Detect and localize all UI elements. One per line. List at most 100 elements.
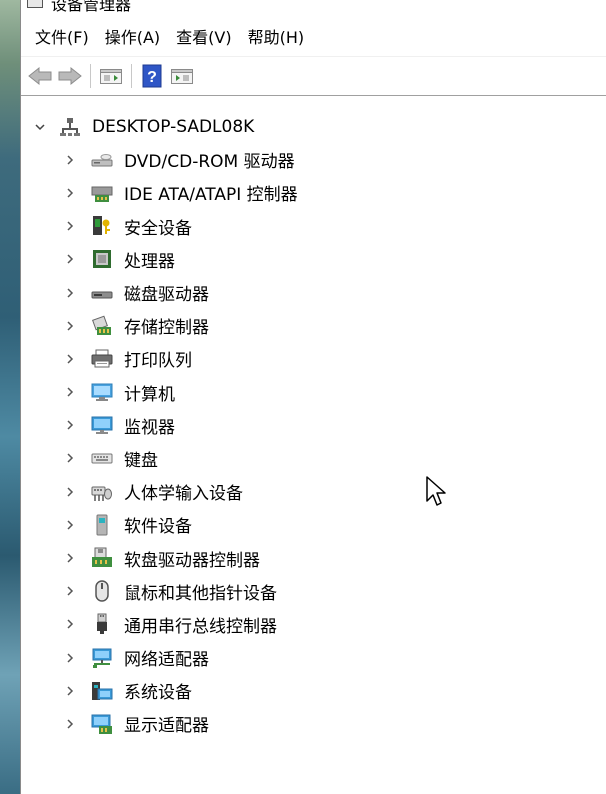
menu-bar: 文件(F) 操作(A) 查看(V) 帮助(H) [21,20,606,56]
toolbar-separator [90,64,91,88]
chevron-right-icon[interactable] [63,153,77,167]
back-icon [28,66,52,86]
help-button[interactable]: ? [137,61,167,91]
tree-node-ide-controller[interactable]: IDE ATA/ATAPI 控制器 [21,176,606,209]
chevron-down-icon[interactable] [33,120,47,134]
chevron-right-icon[interactable] [63,518,77,532]
tree-node-network-adapter[interactable]: 网络适配器 [21,641,606,674]
device-tree: DESKTOP-SADL08K DVD/CD-ROM 驱动器 IDE ATA/AT… [21,110,606,741]
chevron-right-icon[interactable] [63,551,77,565]
window-title: 设备管理器 [51,0,132,14]
processor-icon [91,248,113,270]
run-button[interactable] [167,61,197,91]
menu-view[interactable]: 查看(V) [168,20,239,56]
tree-node-display-adapter[interactable]: 显示适配器 [21,707,606,740]
tree-node-label: 处理器 [124,251,175,272]
tree-node-hid[interactable]: 人体学输入设备 [21,475,606,508]
chevron-right-icon[interactable] [63,385,77,399]
menu-help[interactable]: 帮助(H) [240,20,313,56]
help-icon: ? [142,64,162,88]
chevron-right-icon[interactable] [63,617,77,631]
tree-node-mouse[interactable]: 鼠标和其他指针设备 [21,575,606,608]
floppy-controller-icon [91,547,113,569]
tree-node-label: 计算机 [124,384,175,405]
forward-button[interactable] [55,61,85,91]
tree-node-disk-drive[interactable]: 磁盘驱动器 [21,276,606,309]
tree-node-system-device[interactable]: 系统设备 [21,674,606,707]
chevron-right-icon[interactable] [63,186,77,200]
disk-drive-icon [91,282,113,304]
tree-node-label: DVD/CD-ROM 驱动器 [124,152,295,173]
toolbar-separator [131,64,132,88]
tree-node-label: 键盘 [124,450,158,471]
properties-icon [100,69,122,84]
tree-node-label: 磁盘驱动器 [124,285,209,306]
hid-icon [91,481,113,503]
menu-action[interactable]: 操作(A) [97,20,168,56]
tree-node-label: 通用串行总线控制器 [124,616,277,637]
tree-node-computer[interactable]: 计算机 [21,376,606,409]
tree-node-label: 显示适配器 [124,716,209,737]
properties-button[interactable] [96,61,126,91]
tree-node-monitor[interactable]: 监视器 [21,409,606,442]
tree-node-printer[interactable]: 打印队列 [21,342,606,375]
tree-node-keyboard[interactable]: 键盘 [21,442,606,475]
tree-node-dvd-drive[interactable]: DVD/CD-ROM 驱动器 [21,143,606,176]
tree-node-label: 安全设备 [124,218,192,239]
svg-text:?: ? [147,69,157,86]
tree-node-security-device[interactable]: 安全设备 [21,210,606,243]
chevron-right-icon[interactable] [63,352,77,366]
computer-network-icon [59,116,81,138]
mouse-pointer-icon [426,476,446,506]
chevron-right-icon[interactable] [63,418,77,432]
chevron-right-icon[interactable] [63,252,77,266]
chevron-right-icon[interactable] [63,584,77,598]
chevron-right-icon[interactable] [63,717,77,731]
keyboard-icon [91,447,113,469]
computer-name: DESKTOP-SADL08K [92,116,255,137]
toolbar: ? [21,56,606,96]
chevron-right-icon[interactable] [63,219,77,233]
monitor-icon [91,414,113,436]
tree-node-processor[interactable]: 处理器 [21,243,606,276]
device-manager-icon [27,0,43,8]
tree-node-label: 鼠标和其他指针设备 [124,583,277,604]
menu-file[interactable]: 文件(F) [27,20,97,56]
tree-node-label: 监视器 [124,417,175,438]
ide-controller-icon [91,182,113,204]
run-icon [171,69,193,84]
title-bar[interactable]: 设备管理器 [21,0,606,20]
chevron-right-icon[interactable] [63,319,77,333]
chevron-right-icon[interactable] [63,651,77,665]
forward-icon [58,66,82,86]
device-manager-window: 设备管理器 文件(F) 操作(A) 查看(V) 帮助(H) ? DESKTOP-… [20,0,606,794]
security-device-icon [91,215,113,237]
computer-icon [91,381,113,403]
tree-node-label: 软件设备 [124,517,192,538]
tree-node-label: 人体学输入设备 [124,484,243,505]
chevron-right-icon[interactable] [63,485,77,499]
chevron-right-icon[interactable] [63,286,77,300]
chevron-right-icon[interactable] [63,684,77,698]
tree-node-label: 打印队列 [124,351,192,372]
desktop-wallpaper [0,0,20,794]
storage-controller-icon [91,315,113,337]
tree-node-label: 网络适配器 [124,650,209,671]
network-adapter-icon [91,647,113,669]
tree-node-label: 软盘驱动器控制器 [124,550,260,571]
chevron-right-icon[interactable] [63,451,77,465]
tree-node-floppy-controller[interactable]: 软盘驱动器控制器 [21,541,606,574]
tree-node-label: IDE ATA/ATAPI 控制器 [124,185,298,206]
usb-icon [91,613,113,635]
tree-node-storage-controller[interactable]: 存储控制器 [21,309,606,342]
dvd-drive-icon [91,149,113,171]
tree-node-label: 存储控制器 [124,318,209,339]
mouse-icon [91,580,113,602]
tree-root-node[interactable]: DESKTOP-SADL08K [21,110,606,143]
tree-node-software-device[interactable]: 软件设备 [21,508,606,541]
back-button[interactable] [25,61,55,91]
system-device-icon [91,680,113,702]
printer-icon [91,348,113,370]
software-device-icon [91,514,113,536]
tree-node-usb[interactable]: 通用串行总线控制器 [21,608,606,641]
